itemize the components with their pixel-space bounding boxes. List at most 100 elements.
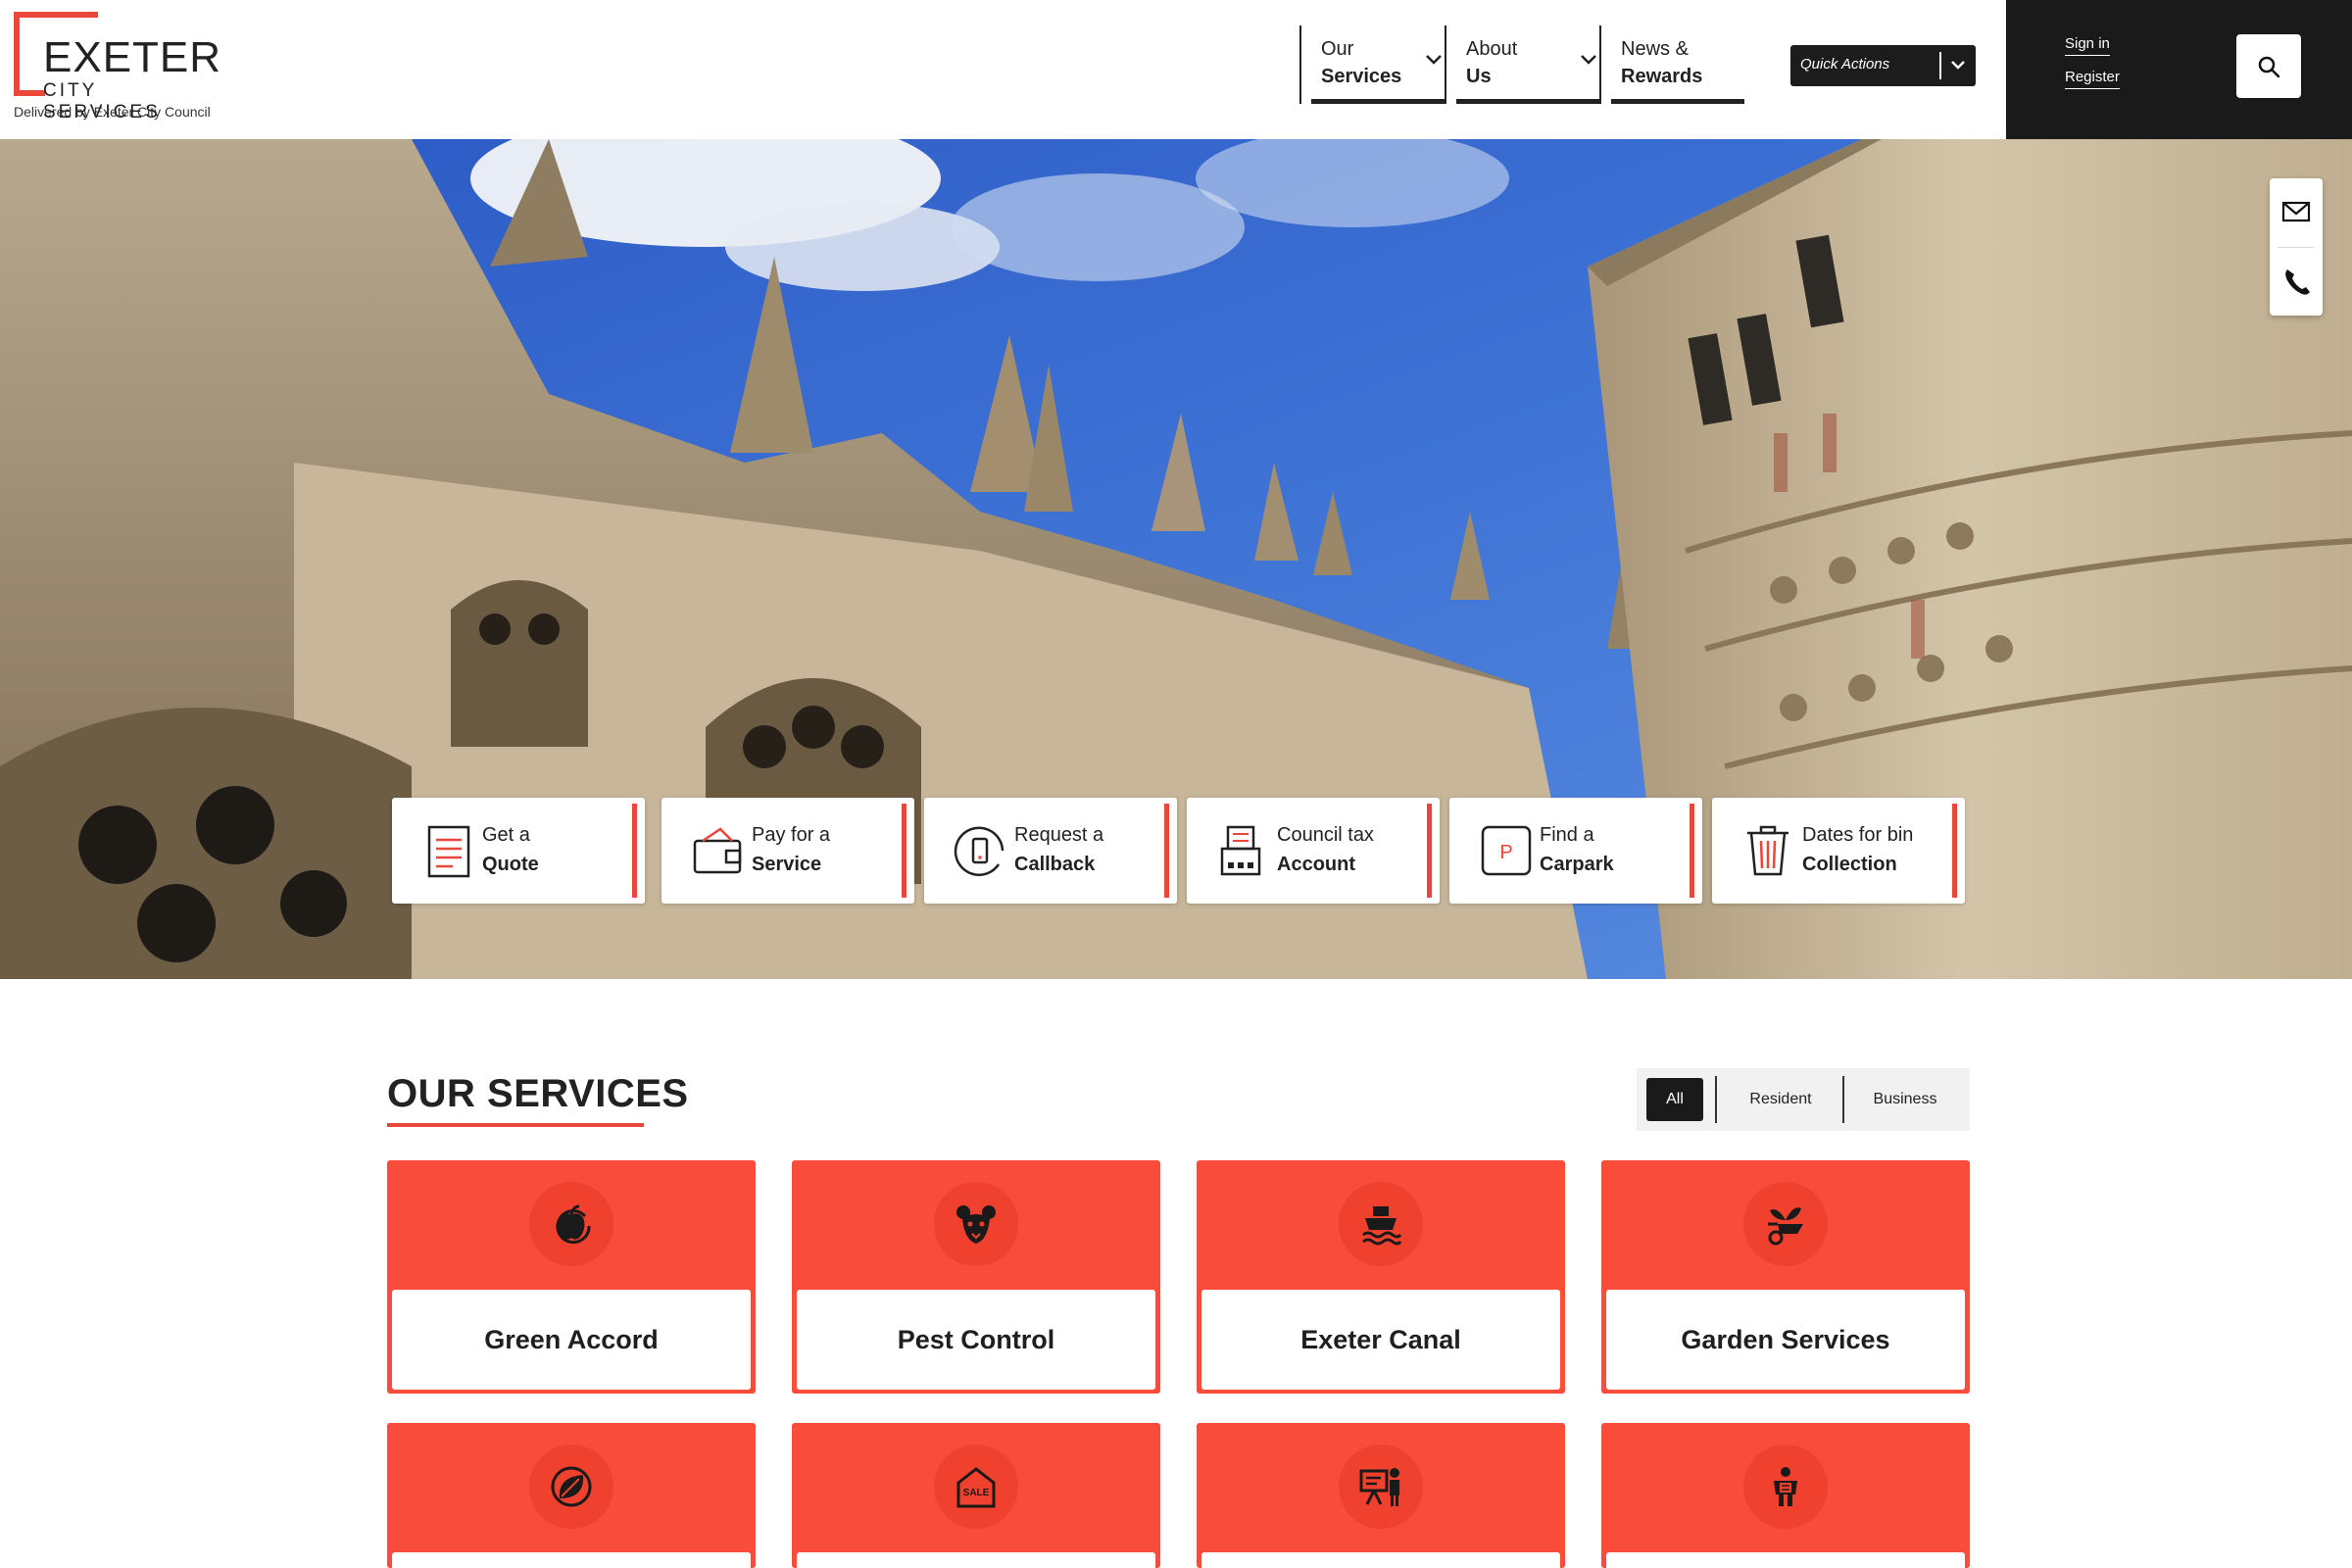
logo-tagline: Delivered by Exeter City Council xyxy=(14,104,211,120)
quick-link-council-tax[interactable]: Council tax Account xyxy=(1187,798,1440,904)
hero-image: Get a Quote Pay for a Service Request a … xyxy=(0,139,2352,979)
service-label-box: Garden Services xyxy=(1606,1290,1965,1390)
person-clipboard-icon xyxy=(1774,1467,1797,1506)
quick-actions-dropdown[interactable]: Quick Actions xyxy=(1790,45,1976,86)
boat-icon xyxy=(1362,1206,1402,1246)
phone-button[interactable] xyxy=(2270,247,2323,316)
account-panel: Sign in Register xyxy=(2006,0,2352,139)
service-card-garden-services[interactable]: Garden Services xyxy=(1601,1160,1970,1394)
nav-underline xyxy=(1311,99,1445,104)
accent-bar xyxy=(1690,804,1694,898)
service-label: Garden Services xyxy=(1681,1325,1890,1354)
quick-link-line1: Request a xyxy=(1014,824,1104,846)
nav-label: Rewards xyxy=(1621,66,1703,87)
quick-links-row: Get a Quote Pay for a Service Request a … xyxy=(392,798,1965,904)
service-label-box xyxy=(797,1552,1155,1568)
envelope-icon xyxy=(2281,201,2311,222)
svg-text:SALE: SALE xyxy=(963,1488,990,1498)
service-icon-circle xyxy=(1743,1182,1828,1266)
service-card[interactable]: SALE xyxy=(792,1423,1160,1568)
quick-link-bin-dates[interactable]: Dates for bin Collection xyxy=(1712,798,1965,904)
service-card-exeter-canal[interactable]: Exeter Canal xyxy=(1197,1160,1565,1394)
service-icon-circle xyxy=(1339,1445,1423,1529)
parking-icon: P xyxy=(1481,825,1532,876)
presentation-icon xyxy=(1359,1468,1399,1506)
service-card[interactable] xyxy=(1601,1423,1970,1568)
rodent-icon xyxy=(956,1205,996,1244)
service-label-box xyxy=(1606,1552,1965,1568)
heading-underline xyxy=(387,1123,644,1127)
accent-bar xyxy=(1164,804,1169,898)
chevron-down-icon xyxy=(1581,55,1596,65)
quick-link-line1: Dates for bin xyxy=(1802,824,1914,846)
service-label-box xyxy=(1201,1552,1560,1568)
quick-link-request-callback[interactable]: Request a Callback xyxy=(924,798,1177,904)
phone-icon xyxy=(2285,270,2310,295)
email-button[interactable] xyxy=(2270,178,2323,247)
quick-link-line1: Council tax xyxy=(1277,824,1374,846)
service-icon-circle xyxy=(529,1182,613,1266)
register-link[interactable]: Register xyxy=(2065,69,2120,89)
nav-label: News & xyxy=(1621,38,1689,60)
nav-news-rewards[interactable]: News & Rewards xyxy=(1599,25,1744,104)
quick-link-line1: Pay for a xyxy=(752,824,831,846)
divider xyxy=(1842,1076,1844,1123)
services-filter: All Resident Business xyxy=(1637,1068,1970,1131)
filter-resident[interactable]: Resident xyxy=(1719,1078,1842,1121)
quick-link-pay-service[interactable]: Pay for a Service xyxy=(662,798,914,904)
wallet-icon xyxy=(693,827,742,874)
filter-all[interactable]: All xyxy=(1646,1078,1703,1121)
exeter-logo[interactable]: EXETER CITY SERVICES Delivered by Exeter… xyxy=(14,12,220,124)
service-label-box: Exeter Canal xyxy=(1201,1290,1560,1390)
site-header: EXETER CITY SERVICES Delivered by Exeter… xyxy=(0,0,2352,139)
logo-bracket xyxy=(14,12,20,96)
sign-in-link[interactable]: Sign in xyxy=(2065,35,2110,56)
service-label-box xyxy=(392,1552,751,1568)
svg-text:P: P xyxy=(1499,842,1512,863)
phone-callback-icon xyxy=(954,826,1004,876)
nav-about-us[interactable]: About Us xyxy=(1445,25,1599,104)
quick-link-line1: Find a xyxy=(1540,824,1594,846)
quick-actions-label: Quick Actions xyxy=(1800,56,1890,73)
service-label: Green Accord xyxy=(484,1325,659,1354)
document-icon xyxy=(427,825,470,878)
logo-bracket xyxy=(14,12,98,18)
council-tax-icon xyxy=(1220,825,1261,876)
chevron-down-icon xyxy=(1951,61,1965,70)
service-card-green-accord[interactable]: Green Accord xyxy=(387,1160,756,1394)
quick-link-find-carpark[interactable]: P Find a Carpark xyxy=(1449,798,1702,904)
nav-our-services[interactable]: Our Services xyxy=(1299,25,1445,104)
services-heading-bold: SERVICES xyxy=(487,1072,689,1115)
sale-house-icon: SALE xyxy=(956,1467,996,1508)
service-icon-circle xyxy=(934,1182,1018,1266)
service-card-pest-control[interactable]: Pest Control xyxy=(792,1160,1160,1394)
side-contact-panel xyxy=(2270,178,2323,316)
nav-underline xyxy=(1456,99,1599,104)
quick-link-line2: Callback xyxy=(1014,854,1096,875)
service-label: Exeter Canal xyxy=(1300,1325,1461,1354)
service-label-box: Green Accord xyxy=(392,1290,751,1390)
accent-bar xyxy=(1427,804,1432,898)
bin-icon xyxy=(1747,825,1788,876)
quick-link-line2: Quote xyxy=(482,854,539,875)
service-icon-circle: SALE xyxy=(934,1445,1018,1529)
nav-underline xyxy=(1611,99,1744,104)
apple-recycle-icon xyxy=(556,1204,591,1245)
service-label: Pest Control xyxy=(897,1325,1055,1354)
service-card[interactable] xyxy=(1197,1423,1565,1568)
chevron-down-icon xyxy=(1426,55,1442,65)
quick-link-line1: Get a xyxy=(482,824,530,846)
divider xyxy=(1939,52,1941,79)
logo-wordmark: EXETER xyxy=(43,33,222,81)
accent-bar xyxy=(1952,804,1957,898)
quick-link-line2: Account xyxy=(1277,854,1355,875)
quick-link-get-quote[interactable]: Get a Quote xyxy=(392,798,645,904)
service-card[interactable] xyxy=(387,1423,756,1568)
divider xyxy=(1715,1076,1717,1123)
service-label-box: Pest Control xyxy=(797,1290,1155,1390)
search-button[interactable] xyxy=(2236,34,2301,98)
logo-bracket xyxy=(14,90,45,96)
filter-business[interactable]: Business xyxy=(1846,1078,1964,1121)
quick-link-line2: Collection xyxy=(1802,854,1897,875)
service-icon-circle xyxy=(1339,1182,1423,1266)
